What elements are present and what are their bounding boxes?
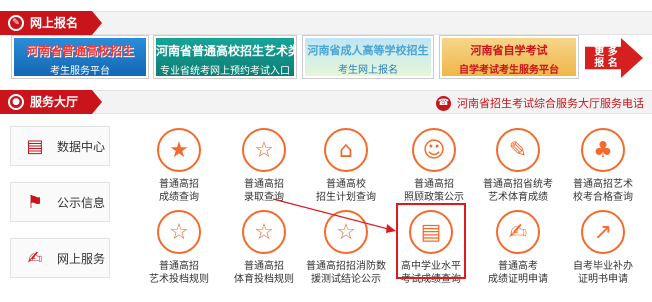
annotation-arrow (272, 198, 396, 233)
